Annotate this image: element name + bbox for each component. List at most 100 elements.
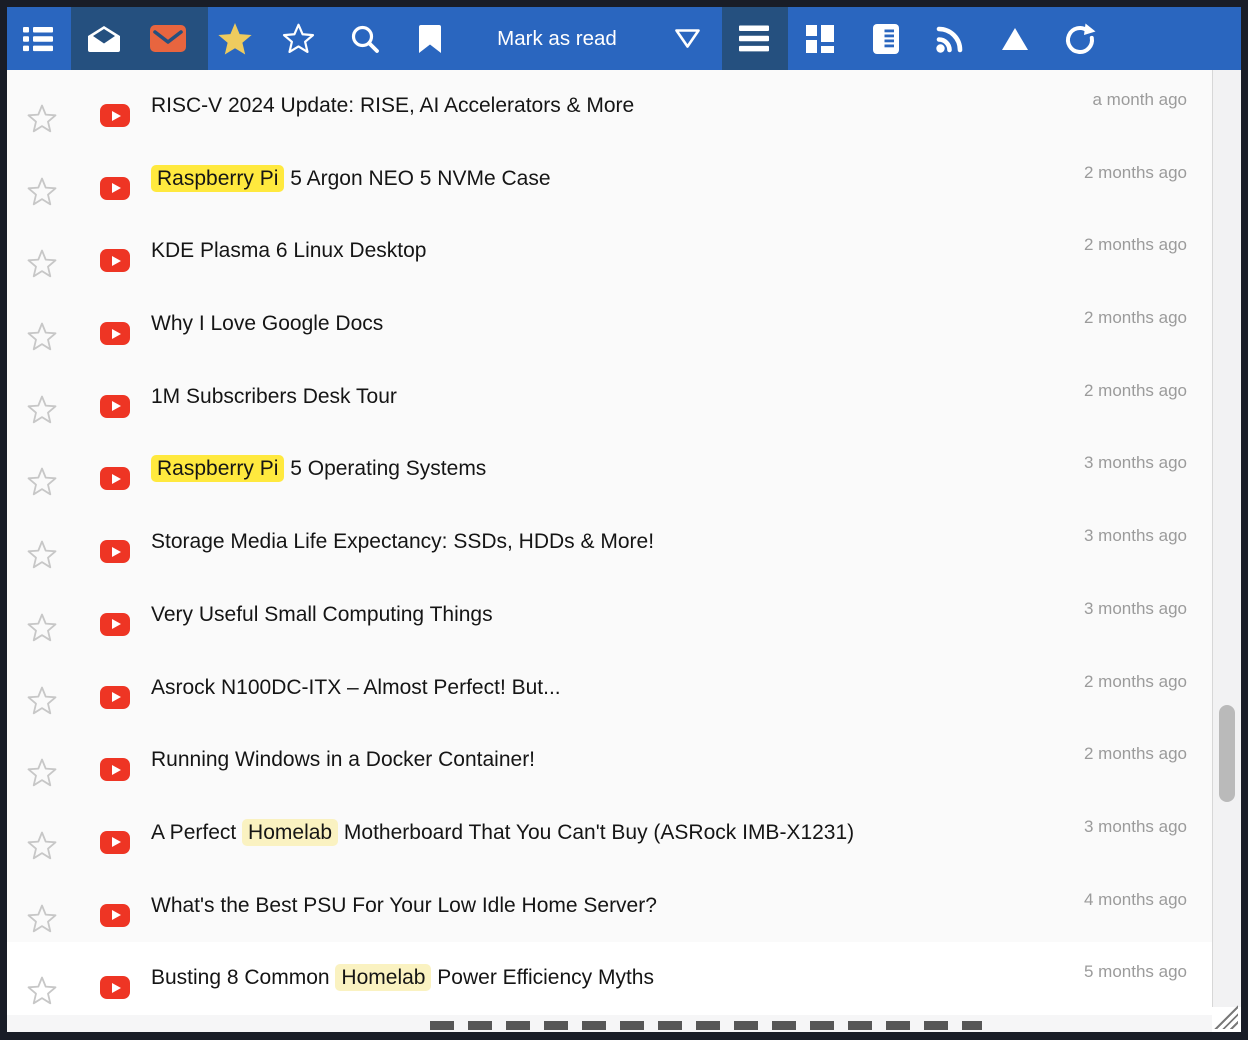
- article-title: KDE Plasma 6 Linux Desktop: [151, 237, 1062, 265]
- layout-grid-icon: [805, 24, 835, 54]
- article-title: Why I Love Google Docs: [151, 310, 1062, 338]
- play-glyph: [112, 692, 121, 702]
- mark-as-read-dropdown-button[interactable]: [664, 7, 710, 70]
- article-title: Asrock N100DC-ITX – Almost Perfect! But.…: [151, 674, 1062, 702]
- open-envelope-icon: [86, 24, 122, 54]
- title-text: Asrock N100DC-ITX – Almost Perfect! But.…: [151, 676, 561, 699]
- article-pane-button[interactable]: [863, 7, 909, 70]
- title-text: What's the Best PSU For Your Low Idle Ho…: [151, 894, 657, 917]
- article-title: Storage Media Life Expectancy: SSDs, HDD…: [151, 528, 1062, 556]
- article-timestamp: a month ago: [1092, 90, 1187, 110]
- title-text: Power Efficiency Myths: [431, 966, 654, 989]
- article-title: Raspberry Pi 5 Argon NEO 5 NVMe Case: [151, 165, 1062, 193]
- dropdown-triangle-icon: [674, 28, 701, 49]
- scrollbar-thumb[interactable]: [1219, 705, 1235, 802]
- star-outline-icon[interactable]: [27, 757, 57, 787]
- play-glyph: [112, 910, 121, 920]
- article-timestamp: 4 months ago: [1084, 890, 1187, 910]
- youtube-icon: [100, 540, 130, 563]
- search-highlight-strong: Raspberry Pi: [151, 165, 284, 192]
- star-outline-icon[interactable]: [27, 975, 57, 1005]
- search-highlight-soft: Homelab: [335, 964, 431, 991]
- star-outline-icon[interactable]: [27, 394, 57, 424]
- play-glyph: [112, 183, 121, 193]
- article-title: Busting 8 Common Homelab Power Efficienc…: [151, 964, 1062, 992]
- search-button[interactable]: [342, 7, 388, 70]
- article-timestamp: 3 months ago: [1084, 817, 1187, 837]
- triangle-up-icon: [1000, 25, 1030, 53]
- mark-read-envelope-button[interactable]: [81, 7, 127, 70]
- scrollbar-track[interactable]: [1213, 70, 1241, 1007]
- play-glyph: [112, 983, 121, 993]
- scroll-to-top-button[interactable]: [992, 7, 1038, 70]
- list-item[interactable]: 1M Subscribers Desk Tour2 months ago: [7, 361, 1212, 434]
- star-outline-icon[interactable]: [27, 248, 57, 278]
- list-item[interactable]: Why I Love Google Docs2 months ago: [7, 288, 1212, 361]
- list-item[interactable]: KDE Plasma 6 Linux Desktop2 months ago: [7, 215, 1212, 288]
- article-timestamp: 2 months ago: [1084, 163, 1187, 183]
- flag-starred-button[interactable]: [212, 7, 258, 70]
- star-outline-icon[interactable]: [27, 903, 57, 933]
- list-item[interactable]: RISC-V 2024 Update: RISE, AI Accelerator…: [7, 70, 1212, 143]
- refresh-button[interactable]: [1057, 7, 1103, 70]
- play-glyph: [112, 474, 121, 484]
- star-outline-icon[interactable]: [27, 539, 57, 569]
- unread-envelope-icon: [150, 25, 186, 52]
- bookmark-button[interactable]: [407, 7, 453, 70]
- youtube-icon: [100, 686, 130, 709]
- article-title: Running Windows in a Docker Container!: [151, 746, 1062, 774]
- youtube-icon: [100, 395, 130, 418]
- play-glyph: [112, 111, 121, 121]
- menu-button[interactable]: [731, 7, 777, 70]
- layout-button[interactable]: [797, 7, 843, 70]
- article-list: RISC-V 2024 Update: RISE, AI Accelerator…: [7, 70, 1212, 1032]
- star-outline-icon[interactable]: [27, 830, 57, 860]
- article-title: Very Useful Small Computing Things: [151, 601, 1062, 629]
- list-item[interactable]: Raspberry Pi 5 Operating Systems3 months…: [7, 433, 1212, 506]
- article-timestamp: 2 months ago: [1084, 744, 1187, 764]
- list-item[interactable]: Busting 8 Common Homelab Power Efficienc…: [7, 942, 1212, 1015]
- search-icon: [350, 24, 380, 54]
- rss-subscribe-button[interactable]: [927, 7, 973, 70]
- list-item[interactable]: Asrock N100DC-ITX – Almost Perfect! But.…: [7, 652, 1212, 725]
- play-glyph: [112, 547, 121, 557]
- youtube-icon: [100, 904, 130, 927]
- star-outline-icon[interactable]: [27, 685, 57, 715]
- youtube-icon: [100, 976, 130, 999]
- clipped-row-text: [430, 1021, 982, 1030]
- bookmark-icon: [417, 24, 443, 54]
- list-item[interactable]: Raspberry Pi 5 Argon NEO 5 NVMe Case 2 mo…: [7, 143, 1212, 216]
- star-outline-icon[interactable]: [27, 103, 57, 133]
- list-item[interactable]: What's the Best PSU For Your Low Idle Ho…: [7, 870, 1212, 943]
- title-text: A Perfect: [151, 821, 242, 844]
- star-outline-icon[interactable]: [27, 176, 57, 206]
- play-glyph: [112, 619, 121, 629]
- outline-star-icon: [282, 22, 315, 55]
- toolbar: Mark as read: [7, 7, 1241, 70]
- star-outline-icon[interactable]: [27, 321, 57, 351]
- article-list-button[interactable]: [15, 7, 61, 70]
- star-outline-icon[interactable]: [27, 466, 57, 496]
- list-item[interactable]: A Perfect Homelab Motherboard That You C…: [7, 797, 1212, 870]
- unflag-star-button[interactable]: [275, 7, 321, 70]
- list-item[interactable]: Very Useful Small Computing Things3 mont…: [7, 579, 1212, 652]
- article-title: RISC-V 2024 Update: RISE, AI Accelerator…: [151, 92, 1062, 120]
- title-text: Busting 8 Common: [151, 966, 335, 989]
- search-highlight-strong: Raspberry Pi: [151, 455, 284, 482]
- star-outline-icon[interactable]: [27, 612, 57, 642]
- mark-as-read-button[interactable]: Mark as read: [462, 7, 652, 70]
- youtube-icon: [100, 613, 130, 636]
- list-item[interactable]: Storage Media Life Expectancy: SSDs, HDD…: [7, 506, 1212, 579]
- mark-unread-envelope-button[interactable]: [145, 7, 191, 70]
- youtube-icon: [100, 249, 130, 272]
- play-glyph: [112, 401, 121, 411]
- mark-as-read-label: Mark as read: [497, 27, 617, 51]
- article-title: A Perfect Homelab Motherboard That You C…: [151, 819, 1062, 847]
- clipped-next-row: [7, 1015, 1212, 1032]
- play-glyph: [112, 837, 121, 847]
- article-timestamp: 3 months ago: [1084, 526, 1187, 546]
- list-item[interactable]: Running Windows in a Docker Container! 2 …: [7, 724, 1212, 797]
- play-glyph: [112, 256, 121, 266]
- youtube-icon: [100, 831, 130, 854]
- title-text: Motherboard That You Can't Buy (ASRock I…: [338, 821, 854, 844]
